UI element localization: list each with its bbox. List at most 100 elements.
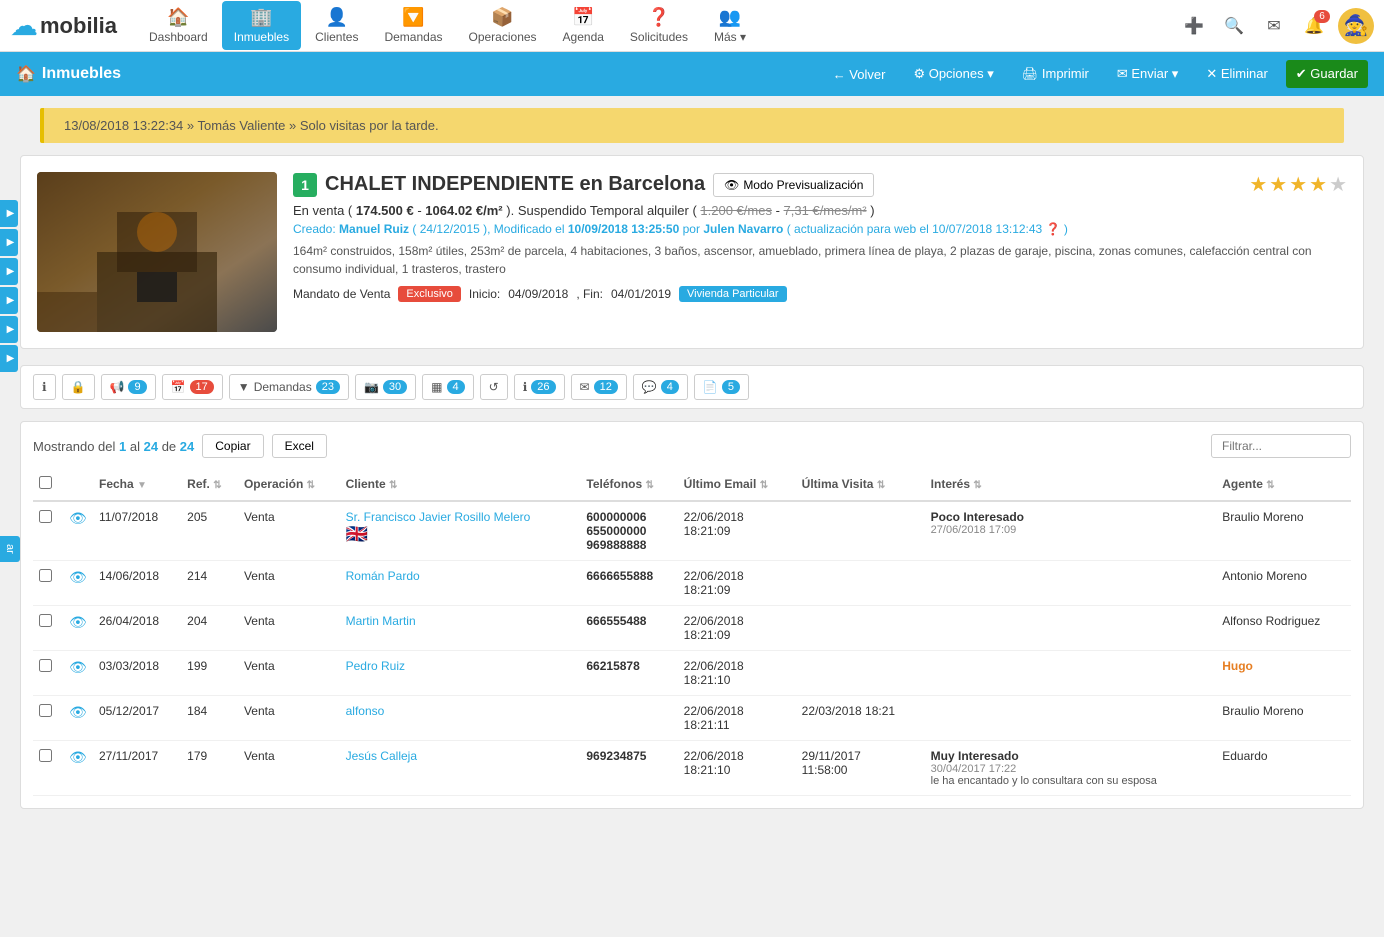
nav-inmuebles[interactable]: 🏢 Inmuebles [222, 1, 301, 50]
row-checkbox[interactable] [39, 749, 52, 762]
notification-badge: 6 [1314, 10, 1330, 23]
delete-button[interactable]: ✕ Eliminar [1196, 60, 1277, 88]
tab-file[interactable]: 📄 5 [694, 374, 749, 400]
save-button[interactable]: ✔ Guardar [1286, 60, 1368, 88]
excel-button[interactable]: Excel [272, 434, 327, 458]
tab-whatsapp[interactable]: 💬 4 [633, 374, 688, 400]
bottom-left-button[interactable]: ar [0, 536, 20, 562]
row-eye-cell: 👁 [63, 696, 93, 741]
row-checkbox[interactable] [39, 704, 52, 717]
logo[interactable]: ☁ mobilia [10, 9, 117, 42]
row-checkbox[interactable] [39, 569, 52, 582]
back-button[interactable]: ← Volver [823, 61, 896, 88]
filter-input[interactable] [1211, 434, 1351, 458]
left-tab-2[interactable]: ▶ [0, 229, 18, 256]
search-icon[interactable]: 🔍 [1218, 10, 1250, 42]
alert-text: 13/08/2018 13:22:34 » Tomás Valiente » S… [64, 118, 439, 133]
alert-bar: 13/08/2018 13:22:34 » Tomás Valiente » S… [40, 108, 1344, 143]
nav-clientes[interactable]: 👤 Clientes [303, 1, 370, 50]
select-all-checkbox[interactable] [39, 476, 52, 489]
sort-email-icon[interactable]: ⇅ [760, 480, 768, 491]
sale-label: En venta ( [293, 203, 356, 218]
client-link[interactable]: Jesús Calleja [346, 749, 417, 763]
row-eye-icon[interactable]: 👁 [69, 510, 87, 526]
nav-solicitudes[interactable]: ❓ Solicitudes [618, 1, 700, 50]
col-cliente: Cliente ⇅ [340, 468, 581, 501]
property-number: 1 [293, 173, 317, 197]
sort-visita-icon[interactable]: ⇅ [877, 480, 885, 491]
tab-doc[interactable]: ▦ 4 [422, 374, 473, 400]
copy-button[interactable]: Copiar [202, 434, 263, 458]
options-button[interactable]: ⚙ Opciones ▾ [903, 60, 1003, 88]
row-fecha: 14/06/2018 [93, 561, 181, 606]
web-update-icon[interactable]: ❓ [1046, 222, 1061, 236]
tab-photos[interactable]: 📷 30 [355, 374, 416, 400]
row-checkbox-cell [33, 561, 63, 606]
email-tab-icon: ✉ [580, 380, 590, 394]
sort-op-icon[interactable]: ⇅ [307, 480, 315, 491]
row-checkbox[interactable] [39, 659, 52, 672]
client-link[interactable]: Pedro Ruiz [346, 659, 405, 673]
sort-ref-icon[interactable]: ⇅ [213, 480, 221, 491]
client-link[interactable]: Román Pardo [346, 569, 420, 583]
showing-from: 1 [119, 439, 126, 454]
email-icon[interactable]: ✉ [1258, 10, 1290, 42]
tab-email[interactable]: ✉ 12 [571, 374, 627, 400]
star-rating: ★ ★ ★ ★ ★ [1249, 172, 1347, 197]
tab-megaphone[interactable]: 📢 9 [101, 374, 156, 400]
user-avatar[interactable]: 🧙 [1338, 8, 1374, 44]
tab-calendar[interactable]: 📅 17 [162, 374, 223, 400]
notification-bell[interactable]: 🔔 6 [1298, 10, 1330, 42]
home-icon: 🏠 [16, 64, 36, 84]
sort-fecha-icon[interactable]: ▼ [137, 480, 147, 491]
send-button[interactable]: ✉ Enviar ▾ [1107, 60, 1189, 88]
left-tab-1[interactable]: ▶ [0, 200, 18, 227]
row-fecha: 27/11/2017 [93, 741, 181, 796]
nav-demandas[interactable]: 🔽 Demandas [372, 1, 454, 50]
row-operacion: Venta [238, 561, 340, 606]
tab-info[interactable]: ℹ [33, 374, 56, 400]
created-date-wrap: ( [412, 222, 416, 236]
row-eye-icon[interactable]: 👁 [69, 749, 87, 765]
interest-date: 27/06/2018 17:09 [931, 524, 1211, 536]
print-button[interactable]: 🖨 Imprimir [1012, 60, 1099, 88]
nav-mas[interactable]: 👥 Más ▾ [702, 1, 758, 50]
row-checkbox[interactable] [39, 510, 52, 523]
sort-tel-icon[interactable]: ⇅ [646, 480, 654, 491]
nav-right: ➕ 🔍 ✉ 🔔 6 🧙 [1178, 8, 1374, 44]
sort-cliente-icon[interactable]: ⇅ [389, 480, 397, 491]
left-tab-6[interactable]: ▶ [0, 345, 18, 372]
tab-megaphone-count: 9 [128, 380, 146, 394]
client-link[interactable]: Martin Martin [346, 614, 416, 628]
left-tab-4[interactable]: ▶ [0, 287, 18, 314]
nav-agenda[interactable]: 📅 Agenda [551, 1, 616, 50]
row-eye-icon[interactable]: 👁 [69, 659, 87, 675]
row-ultimo-email: 22/06/201818:21:09 [678, 606, 796, 651]
logo-text: mobilia [40, 13, 117, 39]
showing-to: 24 [144, 439, 158, 454]
nav-dashboard[interactable]: 🏠 Dashboard [137, 1, 220, 50]
client-link[interactable]: Sr. Francisco Javier Rosillo Melero [346, 510, 531, 524]
sort-interes-icon[interactable]: ⇅ [973, 480, 981, 491]
tab-info2-count: 26 [531, 380, 555, 394]
row-checkbox[interactable] [39, 614, 52, 627]
preview-button[interactable]: 👁 Modo Previsualización [713, 173, 874, 197]
left-tab-5[interactable]: ▶ [0, 316, 18, 343]
client-link[interactable]: alfonso [346, 704, 385, 718]
tab-refresh[interactable]: ↺ [480, 374, 508, 400]
row-eye-icon[interactable]: 👁 [69, 569, 87, 585]
tab-lock[interactable]: 🔒 [62, 374, 95, 400]
tab-photos-count: 30 [383, 380, 407, 394]
tab-demandas[interactable]: ▼ Demandas 23 [229, 374, 349, 400]
row-eye-icon[interactable]: 👁 [69, 614, 87, 630]
row-ultima-visita: 22/03/2018 18:21 [796, 696, 925, 741]
sort-agente-icon[interactable]: ⇅ [1266, 480, 1274, 491]
nav-operaciones[interactable]: 📦 Operaciones [457, 1, 549, 50]
secondary-navigation: 🏠 Inmuebles ← Volver ⚙ Opciones ▾ 🖨 Impr… [0, 52, 1384, 96]
add-button[interactable]: ➕ [1178, 10, 1210, 42]
left-tab-3[interactable]: ▶ [0, 258, 18, 285]
tab-info2[interactable]: ℹ 26 [514, 374, 565, 400]
row-agente: Braulio Moreno [1216, 696, 1351, 741]
row-eye-icon[interactable]: 👁 [69, 704, 87, 720]
row-checkbox-cell [33, 696, 63, 741]
